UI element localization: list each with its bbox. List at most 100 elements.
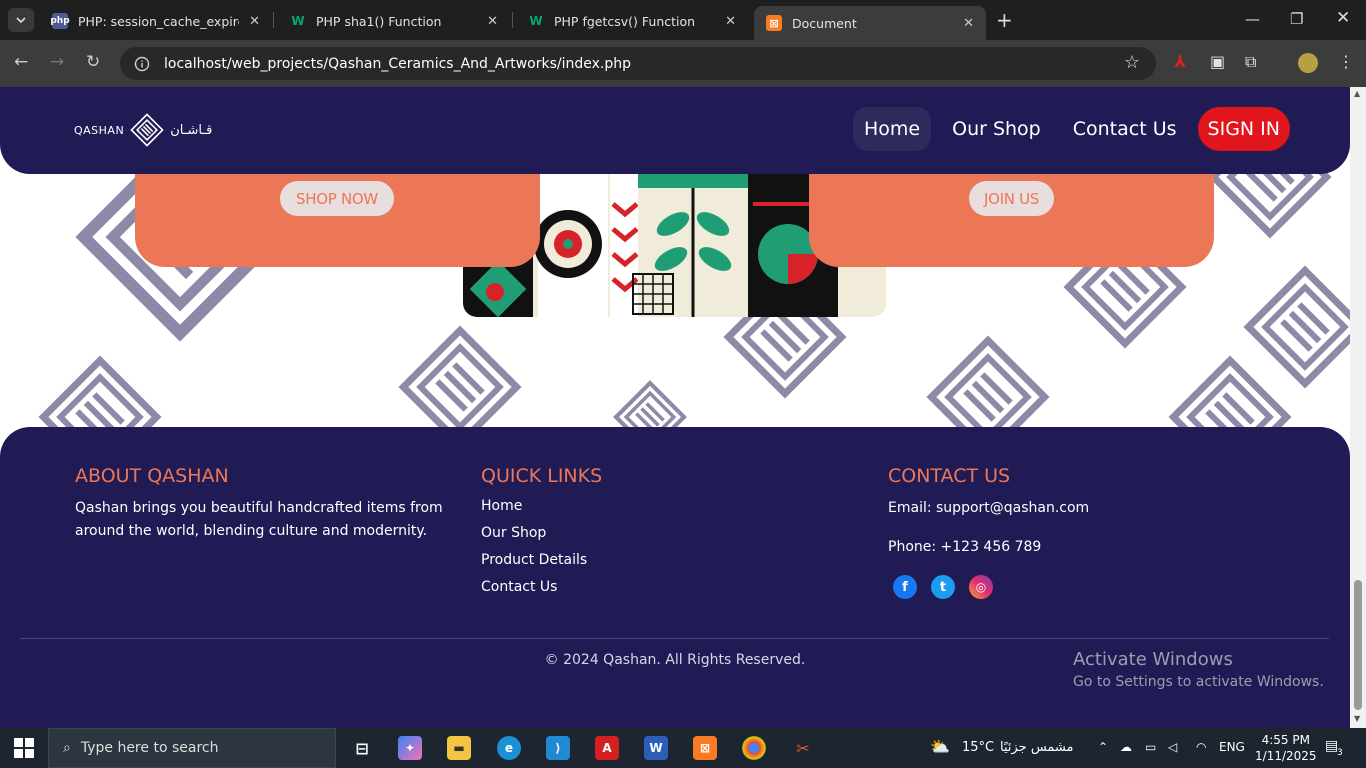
taskbar-clock[interactable]: 4:55 PM 1/11/2025	[1255, 732, 1317, 764]
scrollbar-thumb[interactable]	[1354, 580, 1362, 710]
browser-tab-bar: php PHP: session_cache_expire - Ma ✕ W P…	[0, 0, 1366, 40]
profile-avatar[interactable]	[1298, 53, 1318, 73]
address-bar[interactable]: localhost/web_projects/Qashan_Ceramics_A…	[120, 47, 1156, 80]
windows-start-icon[interactable]	[14, 738, 34, 758]
browser-tab-active[interactable]: ⊠ Document ✕	[754, 6, 986, 40]
footer-quick-links: QUICK LINKS Home Our Shop Product Detail…	[481, 465, 781, 601]
footer-link-contact-us[interactable]: Contact Us	[481, 574, 781, 601]
browser-toolbar: ← → ↻ localhost/web_projects/Qashan_Cera…	[0, 40, 1366, 87]
w3-icon: W	[291, 14, 305, 28]
nav-our-shop[interactable]: Our Shop	[941, 107, 1052, 151]
close-window-icon[interactable]: ✕	[1336, 8, 1350, 28]
footer-email: Email: support@qashan.com	[888, 500, 1090, 516]
clock-date: 1/11/2025	[1255, 749, 1317, 763]
w3-icon: W	[529, 14, 543, 28]
weather-icon[interactable]: ⛅	[930, 737, 950, 756]
tab-title: PHP fgetcsv() Function	[554, 13, 696, 29]
weather-text: مشمس جزئيًا	[1000, 740, 1074, 755]
tab-title: PHP: session_cache_expire - Ma	[78, 13, 240, 29]
logo-mark-icon	[130, 113, 164, 147]
tab-title: Document	[792, 15, 857, 31]
scroll-up-icon[interactable]: ▲	[1354, 89, 1360, 98]
logo-arabic-text: قـاشـان	[170, 122, 213, 138]
sidebar-icon[interactable]: ▣	[1210, 52, 1225, 71]
footer-divider	[20, 638, 1329, 639]
footer-about: ABOUT QASHAN Qashan brings you beautiful…	[75, 465, 465, 543]
edge-icon[interactable]: e	[497, 736, 521, 760]
page-scrollbar[interactable]: ▲ ▼	[1350, 87, 1366, 728]
weather-temp: 15°C	[962, 740, 995, 755]
task-view-icon[interactable]: ⊟	[350, 736, 374, 760]
main-nav: Home Our Shop Contact Us SIGN IN	[853, 107, 1290, 151]
tab-search-button[interactable]	[8, 8, 34, 32]
url-text: localhost/web_projects/Qashan_Ceramics_A…	[164, 55, 632, 72]
bookmark-star-icon[interactable]: ☆	[1124, 52, 1140, 73]
taskbar-search-box[interactable]: ⌕ Type here to search	[48, 728, 336, 768]
footer-link-product-details[interactable]: Product Details	[481, 547, 781, 574]
footer-phone: Phone: +123 456 789	[888, 539, 1042, 555]
php-icon: php	[50, 13, 70, 29]
browser-tab[interactable]: php PHP: session_cache_expire - Ma ✕	[40, 6, 272, 36]
footer-contact: CONTACT US Email: support@qashan.com Pho…	[888, 465, 1238, 599]
footer-link-our-shop[interactable]: Our Shop	[481, 520, 781, 547]
wifi-icon[interactable]: ◠	[1196, 740, 1206, 754]
join-us-button[interactable]: JOIN US	[969, 181, 1054, 216]
vscode-icon[interactable]: ⟩	[546, 736, 570, 760]
clock-time: 4:55 PM	[1261, 733, 1310, 747]
facebook-icon[interactable]: f	[893, 575, 917, 599]
footer-about-text: Qashan brings you beautiful handcrafted …	[75, 500, 443, 539]
more-menu-icon[interactable]: ⋮	[1338, 52, 1354, 71]
battery-icon[interactable]: ▭	[1145, 740, 1156, 754]
taskbar-search-placeholder: Type here to search	[80, 740, 219, 756]
tray-chevron-icon[interactable]: ⌃	[1098, 740, 1108, 754]
footer-about-heading: ABOUT QASHAN	[75, 465, 229, 487]
chrome-icon[interactable]	[742, 736, 766, 760]
volume-icon[interactable]: ◁	[1168, 740, 1177, 754]
close-tab-icon[interactable]: ✕	[725, 14, 736, 29]
site-info-icon[interactable]	[134, 56, 150, 72]
tab-title: PHP sha1() Function	[316, 13, 442, 29]
nav-home[interactable]: Home	[853, 107, 932, 151]
logo-text: QASHAN	[74, 123, 125, 137]
site-logo[interactable]: QASHAN قـاشـان	[74, 113, 212, 147]
close-tab-icon[interactable]: ✕	[487, 14, 498, 29]
onedrive-icon[interactable]: ☁	[1120, 740, 1132, 754]
footer-contact-heading: CONTACT US	[888, 465, 1011, 487]
activate-windows-watermark: Activate Windows Go to Settings to activ…	[1073, 649, 1324, 690]
back-icon[interactable]: ←	[14, 52, 28, 72]
twitter-icon[interactable]: t	[931, 575, 955, 599]
pdf-extension-icon[interactable]: ⅄	[1174, 52, 1186, 71]
nav-contact-us[interactable]: Contact Us	[1062, 107, 1188, 151]
word-icon[interactable]: W	[644, 736, 668, 760]
shop-now-button[interactable]: SHOP NOW	[280, 181, 394, 216]
sign-in-button[interactable]: SIGN IN	[1197, 107, 1290, 151]
file-explorer-icon[interactable]: ▬	[447, 736, 471, 760]
page-viewport: SHOP NOW JOIN US QASHAN قـاشـان Home Our…	[0, 87, 1350, 728]
windows-taskbar: ⌕ Type here to search ⊟ ✦ ▬ e ⟩ A W ⊠ ✂ …	[0, 728, 1366, 768]
notification-count: 3	[1337, 748, 1343, 758]
language-indicator[interactable]: ENG	[1219, 740, 1245, 754]
new-tab-icon[interactable]: +	[996, 8, 1013, 32]
browser-tab[interactable]: W PHP sha1() Function ✕	[278, 6, 510, 36]
xampp-taskbar-icon[interactable]: ⊠	[693, 736, 717, 760]
watermark-subtitle: Go to Settings to activate Windows.	[1073, 674, 1324, 690]
footer-link-home[interactable]: Home	[481, 493, 781, 520]
copilot-icon[interactable]: ✦	[398, 736, 422, 760]
site-header: QASHAN قـاشـان Home Our Shop Contact Us …	[0, 87, 1350, 174]
restore-icon[interactable]: ❐	[1290, 10, 1303, 28]
watermark-title: Activate Windows	[1073, 649, 1233, 670]
forward-icon[interactable]: →	[50, 52, 64, 72]
instagram-icon[interactable]: ◎	[969, 575, 993, 599]
reload-icon[interactable]: ↻	[86, 52, 100, 72]
close-tab-icon[interactable]: ✕	[963, 16, 974, 31]
extensions-puzzle-icon[interactable]: ⧉	[1245, 52, 1256, 72]
browser-tab[interactable]: W PHP fgetcsv() Function ✕	[516, 6, 748, 36]
footer-quick-links-heading: QUICK LINKS	[481, 465, 603, 487]
xampp-icon: ⊠	[766, 15, 782, 31]
search-icon: ⌕	[63, 740, 71, 756]
close-tab-icon[interactable]: ✕	[249, 14, 260, 29]
snipping-tool-icon[interactable]: ✂	[791, 736, 815, 760]
scroll-down-icon[interactable]: ▼	[1354, 714, 1360, 723]
acrobat-icon[interactable]: A	[595, 736, 619, 760]
minimize-icon[interactable]: —	[1245, 10, 1260, 28]
